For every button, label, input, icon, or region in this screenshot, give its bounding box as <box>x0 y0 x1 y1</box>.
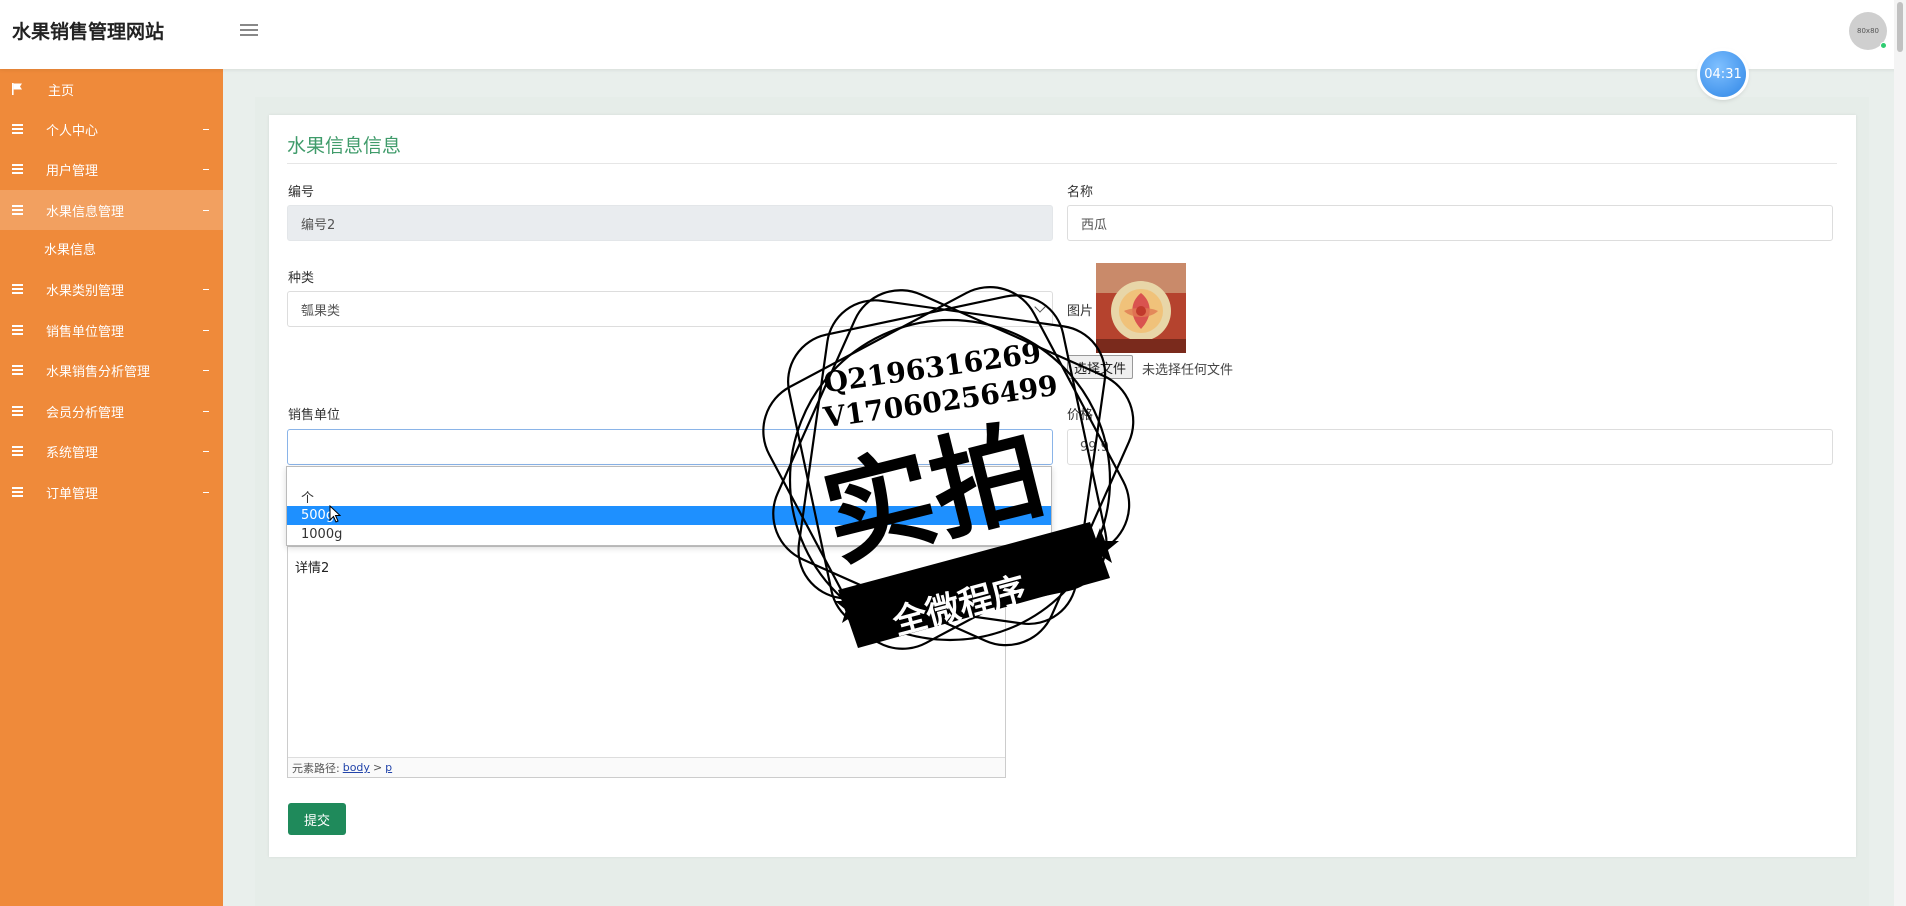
category-label: 种类 <box>288 271 315 286</box>
sidebar-item-label: 用户管理 <box>46 163 99 179</box>
detail-editor[interactable]: 详情2 元素路径: body > p <box>287 546 1006 778</box>
list-icon <box>12 325 23 335</box>
sidebar-item-label: 水果信息管理 <box>46 204 125 220</box>
unit-dropdown-list: 个 500g 1000g <box>286 466 1052 546</box>
sidebar-subitem-fruit-info[interactable]: 水果信息 <box>0 230 223 266</box>
category-select-value: 瓠果类 <box>301 303 341 319</box>
category-select[interactable]: 瓠果类 <box>287 291 1053 327</box>
sidebar-item-system-management[interactable]: 系统管理 <box>0 431 223 471</box>
list-icon <box>12 284 23 294</box>
list-icon <box>12 124 23 134</box>
collapse-icon <box>203 128 209 130</box>
sidebar-item-sales-analysis-management[interactable]: 水果销售分析管理 <box>0 350 223 390</box>
file-status-text: 未选择任何文件 <box>1142 363 1234 378</box>
sidebar-item-personal-center[interactable]: 个人中心 <box>0 109 223 149</box>
sidebar-item-sales-unit-management[interactable]: 销售单位管理 <box>0 310 223 350</box>
element-path-label: 元素路径: <box>292 761 340 775</box>
element-path-body-link[interactable]: body <box>343 761 370 774</box>
element-path-p-link[interactable]: p <box>385 761 392 774</box>
sidebar: 主页 个人中心 用户管理 水果信息管理 水果信息 水果类别管理 销售单位管理 水… <box>0 69 223 906</box>
page-title: 水果信息信息 <box>287 135 402 157</box>
sidebar-item-fruit-info-management[interactable]: 水果信息管理 <box>0 190 223 230</box>
top-header: 水果销售管理网站 80x80 <box>0 0 1906 69</box>
price-label: 价格 <box>1067 408 1094 423</box>
sidebar-item-label: 订单管理 <box>46 486 99 502</box>
sidebar-item-user-management[interactable]: 用户管理 <box>0 149 223 189</box>
mouse-cursor-icon <box>329 505 341 523</box>
unit-label: 销售单位 <box>288 408 341 423</box>
sidebar-item-label: 水果销售分析管理 <box>46 364 151 380</box>
price-input[interactable]: 99.9 <box>1067 429 1833 465</box>
fruit-image <box>1096 263 1186 353</box>
sidebar-item-label: 水果类别管理 <box>46 283 125 299</box>
unit-select[interactable] <box>287 429 1053 465</box>
sidebar-item-label: 会员分析管理 <box>46 405 125 421</box>
timer-badge: 04:31 <box>1700 51 1746 97</box>
element-path-separator: > <box>372 761 383 774</box>
name-label: 名称 <box>1067 185 1094 200</box>
collapse-icon <box>203 329 209 331</box>
unit-option-1000g[interactable]: 1000g <box>287 525 1051 544</box>
number-label: 编号 <box>288 185 315 200</box>
list-icon <box>12 406 23 416</box>
title-divider <box>287 163 1837 164</box>
sidebar-item-fruit-category-management[interactable]: 水果类别管理 <box>0 269 223 309</box>
collapse-icon <box>203 410 209 412</box>
choose-file-button[interactable]: 选择文件 <box>1067 355 1134 379</box>
online-status-dot <box>1880 42 1887 49</box>
number-input: 编号2 <box>287 205 1053 241</box>
detail-editor-text[interactable]: 详情2 <box>295 557 329 576</box>
image-label: 图片 <box>1067 304 1094 319</box>
sidebar-item-label: 水果信息 <box>44 242 97 258</box>
collapse-icon <box>203 491 209 493</box>
collapse-icon <box>203 168 209 170</box>
list-icon <box>12 446 23 456</box>
list-icon <box>12 365 23 375</box>
collapse-icon <box>203 369 209 371</box>
sidebar-item-order-management[interactable]: 订单管理 <box>0 472 223 512</box>
list-icon <box>12 205 23 215</box>
collapse-icon <box>203 288 209 290</box>
unit-option-piece[interactable]: 个 <box>287 487 1051 506</box>
site-title: 水果销售管理网站 <box>12 21 165 43</box>
list-icon <box>12 164 23 174</box>
chevron-down-icon <box>1034 301 1046 313</box>
menu-toggle-icon[interactable] <box>240 22 258 38</box>
collapse-icon <box>203 450 209 452</box>
sidebar-item-label: 销售单位管理 <box>46 324 125 340</box>
sidebar-item-label: 主页 <box>48 83 75 99</box>
sidebar-item-home[interactable]: 主页 <box>0 69 223 109</box>
scrollbar-thumb[interactable] <box>1897 2 1903 52</box>
sidebar-item-label: 个人中心 <box>46 123 99 139</box>
collapse-icon <box>203 209 209 211</box>
unit-option-empty[interactable] <box>287 468 1051 487</box>
sidebar-item-label: 系统管理 <box>46 445 99 461</box>
unit-option-500g[interactable]: 500g <box>287 506 1051 525</box>
flag-icon <box>12 83 22 95</box>
page-scrollbar[interactable] <box>1894 0 1906 906</box>
editor-element-path: 元素路径: body > p <box>288 757 1005 777</box>
sidebar-item-member-analysis-management[interactable]: 会员分析管理 <box>0 391 223 431</box>
name-input[interactable]: 西瓜 <box>1067 205 1833 241</box>
submit-button[interactable]: 提交 <box>288 803 346 835</box>
list-icon <box>12 487 23 497</box>
